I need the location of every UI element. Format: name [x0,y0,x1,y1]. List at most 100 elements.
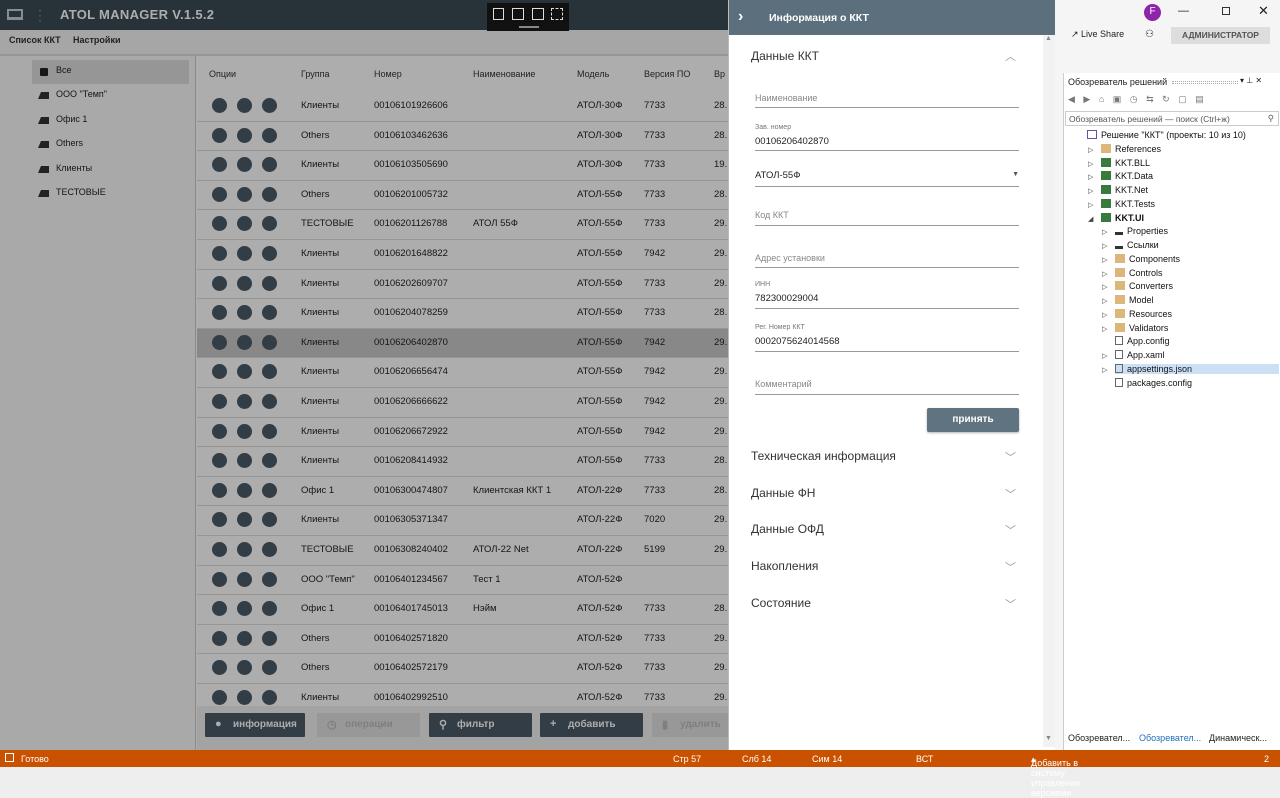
scroll-down-icon[interactable]: ▼ [1045,735,1052,742]
collapsed-arrow-icon[interactable]: ▷ [1102,270,1107,278]
collapsed-arrow-icon[interactable]: ▷ [1088,187,1093,195]
collapsed-arrow-icon[interactable]: ▷ [1088,160,1093,168]
modal-overlay[interactable] [0,0,728,750]
tree-item[interactable]: App.xaml [1115,350,1165,360]
collapsed-arrow-icon[interactable]: ▷ [1102,352,1107,360]
tree-item[interactable]: KKT.Tests [1101,198,1155,209]
tree-item[interactable]: Properties [1115,226,1168,236]
csharp-project-icon [1101,171,1111,181]
tree-item[interactable]: Converters [1115,281,1173,291]
tree-item[interactable]: KKT.UI [1101,212,1144,223]
status-ready: Готово [21,754,49,764]
tree-item-label: KKT.Net [1115,185,1149,195]
tab-dynamic-help[interactable]: Динамическ... [1209,733,1267,743]
pointer-icon[interactable] [512,8,524,20]
collapsed-arrow-icon[interactable]: ▷ [1102,297,1107,305]
folder-icon [1115,253,1125,263]
scroll-up-icon[interactable]: ▲ [1045,35,1052,42]
collapsed-arrow-icon[interactable]: ▷ [1102,311,1107,319]
live-share-button[interactable]: ↗ Live Share [1071,29,1124,40]
references-icon [1115,246,1123,249]
tree-item-label: References [1115,143,1162,154]
solution-explorer: Обозреватель решений ▾ ⊥ ✕ ◀ ▶ ⌂ ▣ ◷ ⇆ ↻… [1063,73,1280,750]
model-select[interactable]: АТОЛ-55Ф ▼ [755,166,1019,187]
collapsed-arrow-icon[interactable]: ▷ [1088,173,1093,181]
chevron-down-icon[interactable]: ﹀ [1005,559,1016,574]
comment-field[interactable]: Комментарий [755,374,1019,395]
tree-item-label: Controls [1129,267,1163,278]
kkt-code-field[interactable]: Код ККТ [755,206,1019,226]
folder-icon [1115,281,1125,291]
tree-item[interactable]: Validators [1115,322,1168,333]
reg-number-field[interactable]: Рег. Номер ККТ 0002075624014568 [755,324,1019,352]
grid-icon[interactable] [551,8,563,20]
chevron-down-icon[interactable]: ﹀ [1005,522,1016,537]
tab-solution-explorer-1[interactable]: Обозревател... [1068,733,1130,743]
status-col: Слб 14 [742,754,772,764]
chevron-down-icon[interactable]: ﹀ [1005,596,1016,611]
file-icon [1115,336,1123,346]
collapsed-arrow-icon[interactable]: ▷ [1088,201,1093,209]
avatar[interactable]: F [1144,4,1161,21]
collapsed-arrow-icon[interactable]: ▷ [1102,283,1107,291]
panel-header: › Информация о ККТ [729,0,1056,35]
vcs-button[interactable]: ↑ Добавить в систему управления версиями… [1031,754,1080,798]
collapsed-arrow-icon[interactable]: ▷ [1102,366,1107,374]
collapsed-arrow-icon[interactable]: ▷ [1102,242,1107,250]
people-icon[interactable]: ⚇ [1145,29,1154,40]
tree-item-label: App.xaml [1127,350,1165,360]
solution-search-input[interactable]: Обозреватель решений — поиск (Ctrl+ж) ⚲ [1065,111,1279,126]
folder-icon [1115,308,1125,318]
collapsed-arrow-icon[interactable]: ▷ [1102,325,1107,333]
tree-item[interactable]: Ссылки [1115,240,1159,250]
csharp-project-icon [1101,212,1111,222]
section-accumulations[interactable]: Накопления [751,559,818,573]
tree-item[interactable]: KKT.Data [1101,171,1153,181]
tree-item[interactable]: Model [1115,295,1154,305]
chevron-down-icon[interactable]: ﹀ [1005,486,1016,501]
tree-item[interactable]: packages.config [1115,377,1192,388]
section-fn-data[interactable]: Данные ФН [751,486,815,500]
collapsed-arrow-icon[interactable]: ▷ [1102,228,1107,236]
tree-item[interactable]: Components [1115,253,1180,264]
minimize-icon[interactable]: — [1178,5,1189,17]
section-state[interactable]: Состояние [751,596,811,610]
address-field[interactable]: Адрес установки [755,248,1019,268]
chevron-down-icon[interactable]: ﹀ [1005,449,1016,464]
tree-item[interactable]: Controls [1115,267,1163,278]
chevron-up-icon[interactable]: ︿ [1005,48,1016,63]
tree-item[interactable]: Решение "ККТ" (проекты: 10 из 10) [1087,130,1246,140]
window-icon[interactable] [532,8,544,20]
inn-field[interactable]: ИНН 782300029004 [755,281,1019,309]
tree-item[interactable]: References [1101,143,1162,154]
close-icon[interactable]: ✕ [1258,3,1269,19]
panel-title: Информация о ККТ [769,12,869,24]
atol-manager-window: · · · ATOL MANAGER V.1.5.2 Список ККТ Наст… [0,0,1063,750]
pin-icon[interactable]: ▾ ⊥ ✕ [1240,76,1262,85]
tree-item[interactable]: KKT.Net [1101,185,1148,195]
name-field[interactable]: Наименование [755,88,1019,108]
accept-button[interactable]: принять [927,408,1019,432]
chevron-right-icon[interactable]: › [738,8,743,26]
tree-item[interactable]: Resources [1115,308,1173,319]
restore-icon[interactable] [1222,7,1230,15]
live-share-icon: ↗ [1071,29,1082,39]
tab-solution-explorer-2[interactable]: Обозревател... [1139,733,1201,743]
section-kkt-data[interactable]: Данные ККТ [751,49,819,63]
csharp-project-icon [1101,185,1111,194]
collapsed-arrow-icon[interactable]: ▷ [1102,256,1107,264]
tree-item[interactable]: KKT.BLL [1101,157,1150,168]
expanded-arrow-icon[interactable]: ◢ [1088,215,1093,223]
notification-count[interactable]: 2 [1264,754,1269,764]
serial-field[interactable]: Зав. номер 00106206402870 [755,124,1019,151]
tree-item[interactable]: App.config [1115,336,1170,346]
collapsed-arrow-icon[interactable]: ▷ [1088,146,1093,154]
status-line: Стр 57 [673,754,702,764]
folder-icon [1115,267,1125,277]
capture-icon[interactable] [493,8,504,20]
section-technical[interactable]: Техническая информация [751,449,896,463]
tree-item-label: Resources [1129,308,1173,319]
tree-item[interactable]: appsettings.json [1115,363,1279,374]
section-ofd-data[interactable]: Данные ОФД [751,522,824,536]
panel-scrollbar[interactable]: ▲ ▼ [1043,35,1055,747]
